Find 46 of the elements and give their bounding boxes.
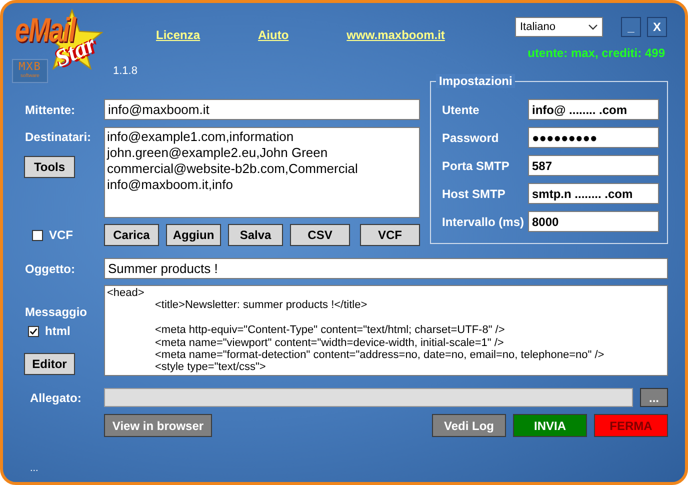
action-button[interactable]: View in browser bbox=[104, 414, 212, 437]
version-label: 1.1.8 bbox=[113, 65, 138, 79]
message-field[interactable]: <head> <title>Newsletter: summer products !</title> <meta http-equiv="Content-Type" content="text/html; charset=UTF-8" /> <meta name="viewport" content="width=device-width, initial-scale=1" /> <meta name="format-detection" content="address=no, date=no, email=no, telephone=no" /> <style type="text/css"> bbox=[104, 285, 668, 376]
setting-label: Porta SMTP bbox=[442, 158, 510, 172]
editor-button[interactable]: Editor bbox=[24, 353, 75, 375]
setting-field[interactable]: smtp.n ........ .com bbox=[528, 183, 659, 204]
settings-title: Impostazioni bbox=[436, 74, 516, 88]
status-text: ... bbox=[30, 463, 38, 474]
list-button[interactable]: Salva bbox=[228, 224, 283, 246]
setting-label: Utente bbox=[442, 102, 480, 116]
list-button[interactable]: Aggiun bbox=[166, 224, 221, 246]
recipients-field[interactable]: info@example1.com,information john.green@example2.eu,John Green commercial@website-b2b.com,Commercial info@maxboom.it,info bbox=[104, 127, 420, 218]
subject-label: Oggetto: bbox=[24, 262, 76, 276]
checkbox[interactable] bbox=[32, 230, 43, 240]
list-button[interactable]: Carica bbox=[104, 224, 159, 246]
setting-field[interactable]: 587 bbox=[528, 155, 659, 176]
checkbox-label: VCF bbox=[49, 228, 73, 242]
setting-label: Host SMTP bbox=[442, 186, 506, 200]
message-label: Messaggio bbox=[24, 305, 88, 319]
browse-button[interactable]: ... bbox=[640, 388, 668, 407]
setting-label: Intervallo (ms) bbox=[442, 214, 526, 228]
attachment-field[interactable] bbox=[104, 388, 633, 407]
language-dropdown[interactable]: Italiano bbox=[515, 17, 603, 37]
tools-button[interactable]: Tools bbox=[24, 156, 75, 178]
setting-field[interactable]: info@ ........ .com bbox=[528, 99, 659, 120]
close-button[interactable]: X bbox=[647, 17, 667, 37]
chevron-icon bbox=[588, 24, 598, 30]
list-button[interactable]: CSV bbox=[290, 224, 350, 246]
link[interactable]: Aiuto bbox=[258, 28, 289, 44]
link[interactable]: www.maxboom.it bbox=[346, 28, 445, 44]
list-button[interactable]: VCF bbox=[360, 224, 420, 246]
setting-field[interactable]: 8000 bbox=[528, 211, 659, 232]
credits-label: utente: max, crediti: 499 bbox=[528, 46, 665, 60]
minimize-button[interactable]: _ bbox=[621, 17, 641, 37]
action-button[interactable]: Vedi Log bbox=[432, 414, 506, 437]
subject-field[interactable]: Summer products ! bbox=[104, 258, 668, 279]
action-button[interactable]: INVIA bbox=[513, 414, 587, 437]
checkbox[interactable] bbox=[28, 326, 39, 336]
checkbox-label: html bbox=[45, 324, 70, 338]
setting-label: Password bbox=[442, 130, 500, 144]
setting-field[interactable]: ●●●●●●●●● bbox=[528, 127, 659, 148]
attachment-label: Allegato: bbox=[29, 390, 82, 404]
recipients-label: Destinatari: bbox=[24, 130, 92, 144]
sender-label: Mittente: bbox=[24, 103, 76, 119]
link[interactable]: Licenza bbox=[156, 28, 200, 44]
sender-field[interactable]: info@maxboom.it bbox=[104, 99, 420, 120]
